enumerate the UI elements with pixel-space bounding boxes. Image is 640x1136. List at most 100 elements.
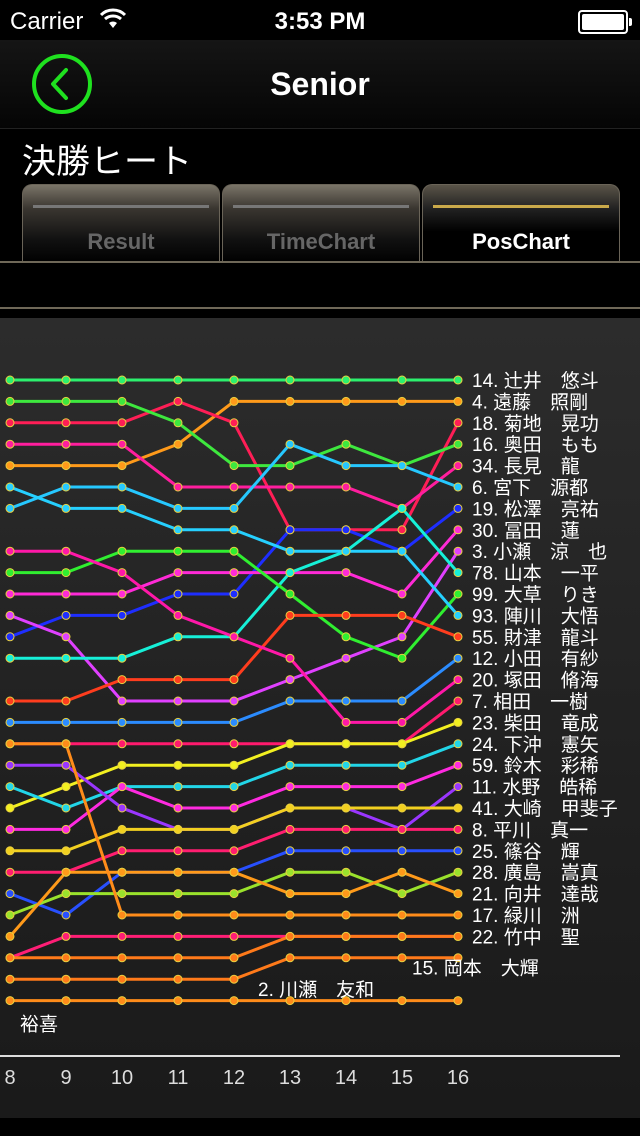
data-point (61, 461, 71, 471)
data-point (117, 824, 127, 834)
data-point (117, 996, 127, 1006)
data-point (117, 418, 127, 428)
data-point (61, 974, 71, 984)
data-point (341, 717, 351, 727)
data-point (61, 418, 71, 428)
series-path (9, 849, 458, 917)
series-label: 59. 鈴木 彩稀 (472, 755, 599, 777)
series-label: 93. 陣川 大悟 (472, 605, 599, 627)
tab-result-label: Result (87, 229, 155, 254)
data-point (173, 953, 183, 963)
data-point (173, 996, 183, 1006)
data-point (173, 846, 183, 856)
position-chart-svg: 8 9 10 11 12 13 14 15 16 14. 辻井 悠斗4. 遠藤 照剛18. 菊地 … (0, 370, 620, 1089)
data-point (397, 824, 407, 834)
data-point (453, 889, 463, 899)
data-point (453, 525, 463, 535)
data-point (341, 396, 351, 406)
data-point (285, 803, 295, 813)
data-point (61, 910, 71, 920)
data-point (61, 632, 71, 642)
data-point (5, 375, 15, 385)
data-point (61, 482, 71, 492)
data-point (285, 375, 295, 385)
data-point (453, 439, 463, 449)
position-chart[interactable]: 8 9 10 11 12 13 14 15 16 14. 辻井 悠斗 4. 遠藤 照剛 18. 菊地 … (0, 318, 640, 1118)
tab-poschart-label: PosChart (472, 229, 570, 254)
status-time: 3:53 PM (274, 8, 366, 35)
data-point (173, 482, 183, 492)
series-label: 3. 小瀬 涼 也 (472, 541, 607, 563)
data-point (173, 439, 183, 449)
data-point (397, 696, 407, 706)
data-point (341, 931, 351, 941)
data-point (453, 589, 463, 599)
tab-timechart[interactable]: TimeChart (222, 184, 420, 263)
data-point (229, 782, 239, 792)
data-point (117, 546, 127, 556)
data-point (229, 739, 239, 749)
data-point (229, 546, 239, 556)
series-line (5, 375, 463, 385)
data-point (341, 375, 351, 385)
data-point (117, 396, 127, 406)
data-point (453, 910, 463, 920)
data-point (5, 653, 15, 663)
data-point (173, 632, 183, 642)
data-point (453, 803, 463, 813)
data-point (341, 653, 351, 663)
data-point (229, 632, 239, 642)
series-path (8, 870, 459, 938)
data-point (397, 910, 407, 920)
data-point (341, 782, 351, 792)
bottom-strip (0, 1118, 640, 1136)
data-point (453, 568, 463, 578)
data-point (61, 996, 71, 1006)
data-point (341, 739, 351, 749)
series-label: 4. 遠藤 照剛 (472, 391, 588, 413)
tab-result[interactable]: Result (22, 184, 220, 263)
data-point (285, 696, 295, 706)
data-point (341, 439, 351, 449)
series-label: 34. 長見 龍 (472, 456, 580, 478)
data-point (453, 867, 463, 877)
data-point (5, 910, 15, 920)
data-point (341, 632, 351, 642)
data-point (453, 418, 463, 428)
data-point (453, 996, 463, 1006)
data-point (5, 717, 15, 727)
series-label: 裕喜 (20, 1014, 58, 1036)
data-point (453, 375, 463, 385)
series-path (10, 399, 458, 468)
series-line (5, 739, 463, 813)
data-point (61, 846, 71, 856)
data-point (5, 568, 15, 578)
data-point (285, 546, 295, 556)
data-point (229, 953, 239, 963)
x-tick-label: 11 (168, 1067, 189, 1089)
data-point (61, 375, 71, 385)
data-point (117, 482, 127, 492)
data-point (285, 568, 295, 578)
data-point (285, 589, 295, 599)
tab-poschart[interactable]: PosChart (422, 184, 620, 263)
data-point (173, 546, 183, 556)
data-point (173, 610, 183, 620)
data-point (229, 589, 239, 599)
data-point (229, 803, 239, 813)
data-point (61, 696, 71, 706)
data-point (229, 889, 239, 899)
data-point (117, 717, 127, 727)
data-point (229, 696, 239, 706)
data-point (5, 589, 15, 599)
series-label: 28. 廣島 嵩真 (472, 862, 599, 884)
data-point (453, 610, 463, 620)
data-point (285, 931, 295, 941)
series-label: 12. 小田 有紗 (472, 648, 599, 670)
data-point (61, 589, 71, 599)
data-point (341, 482, 351, 492)
data-point (397, 546, 407, 556)
data-point (285, 760, 295, 770)
data-point (117, 846, 127, 856)
data-point (229, 824, 239, 834)
